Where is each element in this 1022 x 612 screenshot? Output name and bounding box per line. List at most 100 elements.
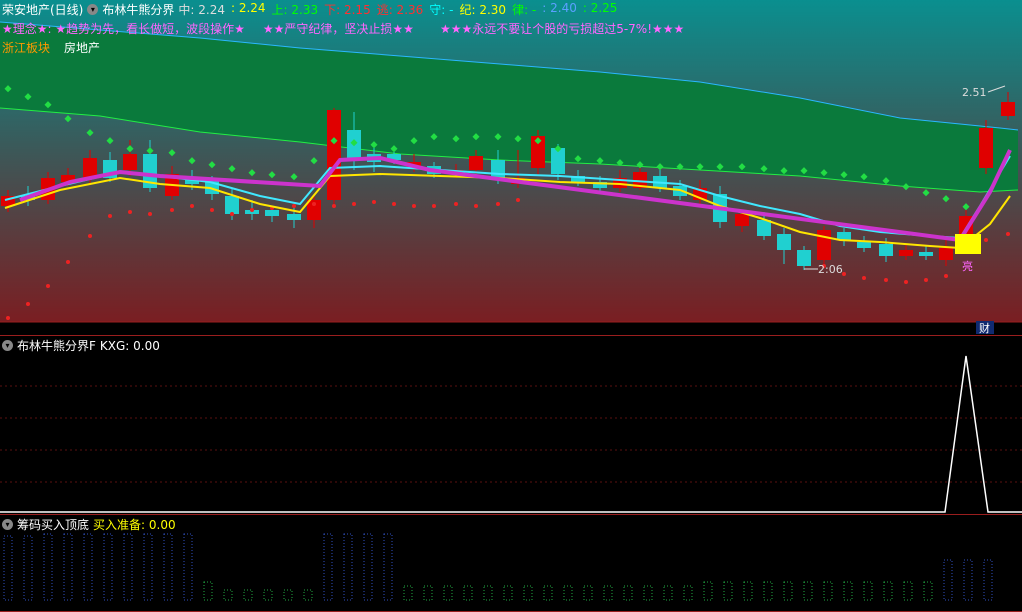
chip-bar	[863, 581, 873, 601]
candle[interactable]	[327, 110, 341, 200]
support-dot	[412, 204, 416, 208]
indicator-name[interactable]: 布林牛熊分界	[102, 1, 174, 18]
chip-bar	[263, 589, 273, 601]
candle[interactable]	[797, 250, 811, 266]
chip-bar	[423, 585, 433, 601]
indicator-value: : 2.25	[582, 1, 618, 15]
chip-bar	[103, 533, 113, 601]
candle[interactable]	[735, 214, 749, 226]
candle[interactable]	[979, 128, 993, 168]
motto-a: ★理念★: ★趋势为先，看长做短，波段操作★	[2, 22, 245, 36]
indicator-value: 律: -	[512, 3, 537, 17]
candle[interactable]	[837, 232, 851, 240]
indicator-value: 纪: 2.30	[459, 3, 507, 17]
candle[interactable]	[469, 156, 483, 170]
chip-bar	[923, 581, 933, 601]
indicator-values: 中: 2.24: 2.24 上: 2.33 下: 2.15 逃: 2.36 守: - 纪:…	[178, 1, 617, 18]
chip-bar	[683, 585, 693, 601]
support-dot	[312, 202, 316, 206]
finance-badge[interactable]: 财	[979, 321, 990, 335]
chip-bar	[703, 581, 713, 601]
sector-row: 浙江板块 房地产	[2, 39, 100, 56]
candle[interactable]	[879, 244, 893, 256]
support-dot	[128, 210, 132, 214]
support-dot	[392, 202, 396, 206]
chip-bar	[503, 585, 513, 601]
chip-bar	[23, 535, 33, 601]
support-dot	[904, 280, 908, 284]
support-dot	[108, 214, 112, 218]
candle[interactable]	[777, 234, 791, 250]
indicator-value: : 2.40	[542, 1, 577, 15]
support-dot	[230, 212, 234, 216]
chip-bar	[83, 533, 93, 601]
support-dot	[352, 202, 356, 206]
chip-bar	[743, 581, 753, 601]
candle[interactable]	[817, 230, 831, 260]
chip-bar	[763, 581, 773, 601]
chip-bar	[163, 533, 173, 601]
high-label: 2.51	[962, 86, 987, 99]
chip-bar	[3, 535, 13, 601]
candle[interactable]	[899, 250, 913, 256]
chip-bar	[963, 559, 973, 601]
chip-bar	[903, 581, 913, 601]
support-dot	[66, 260, 70, 264]
chevron-down-icon[interactable]: ▾	[2, 340, 13, 351]
support-dot	[6, 316, 10, 320]
candle[interactable]	[225, 196, 239, 214]
kxg-line	[0, 355, 1022, 513]
chip-bar	[603, 585, 613, 601]
indicator-value: : 2.24	[230, 1, 266, 15]
support-dot	[1006, 232, 1010, 236]
support-dot	[516, 198, 520, 202]
candle[interactable]	[265, 210, 279, 216]
chip-bar	[523, 585, 533, 601]
chip-bar	[463, 585, 473, 601]
chip-bar	[183, 533, 193, 601]
candle[interactable]	[287, 214, 301, 220]
chip-bar	[383, 533, 393, 601]
candle[interactable]	[757, 220, 771, 236]
candle[interactable]	[857, 242, 871, 248]
chip-bar	[663, 585, 673, 601]
stock-title[interactable]: 荣安地产(日线)	[2, 1, 83, 18]
motto-b: ★★严守纪律，坚决止损★★	[262, 22, 414, 36]
chip-bar	[223, 589, 233, 601]
main-chart[interactable]: 2.51 2:06 亮 财	[0, 0, 1022, 335]
indicator-value: 下: 2.15	[324, 3, 371, 17]
support-dot	[332, 204, 336, 208]
chip-bar	[723, 581, 733, 601]
chip-bar	[623, 585, 633, 601]
chip-bar	[43, 533, 53, 601]
candle[interactable]	[123, 154, 137, 170]
indicator-value: 逃: 2.36	[376, 3, 424, 17]
buy-signal-box	[955, 234, 981, 254]
chevron-down-icon[interactable]: ▾	[87, 4, 99, 15]
motto-row: ★理念★: ★趋势为先，看长做短，波段操作★ ★★严守纪律，坚决止损★★ ★★★…	[2, 20, 684, 37]
signal-label: 亮	[962, 259, 973, 273]
chip-bar	[143, 533, 153, 601]
indicator-value: 中: 2.24	[178, 3, 225, 17]
support-dot	[474, 204, 478, 208]
chip-chart[interactable]	[0, 530, 1022, 612]
header-bar: 荣安地产(日线) ▾ 布林牛熊分界 中: 2.24: 2.24 上: 2.33 下:…	[2, 1, 617, 18]
sector-region: 浙江板块	[2, 41, 51, 55]
chevron-down-icon[interactable]: ▾	[2, 519, 13, 530]
chip-bar	[803, 581, 813, 601]
chip-bar	[843, 581, 853, 601]
low-label: 2:06	[818, 263, 843, 276]
kxg-chart[interactable]	[0, 352, 1022, 514]
support-dot	[432, 204, 436, 208]
chip-bar	[403, 585, 413, 601]
sector-industry: 房地产	[64, 41, 101, 55]
support-dot	[292, 204, 296, 208]
support-dot	[190, 204, 194, 208]
candle[interactable]	[1001, 102, 1015, 116]
chip-bar	[303, 589, 313, 601]
panel2-value: KXG: 0.00	[99, 338, 160, 353]
candle[interactable]	[939, 248, 953, 260]
chip-bar	[203, 581, 213, 601]
chip-bar	[123, 533, 133, 601]
candle[interactable]	[919, 252, 933, 256]
